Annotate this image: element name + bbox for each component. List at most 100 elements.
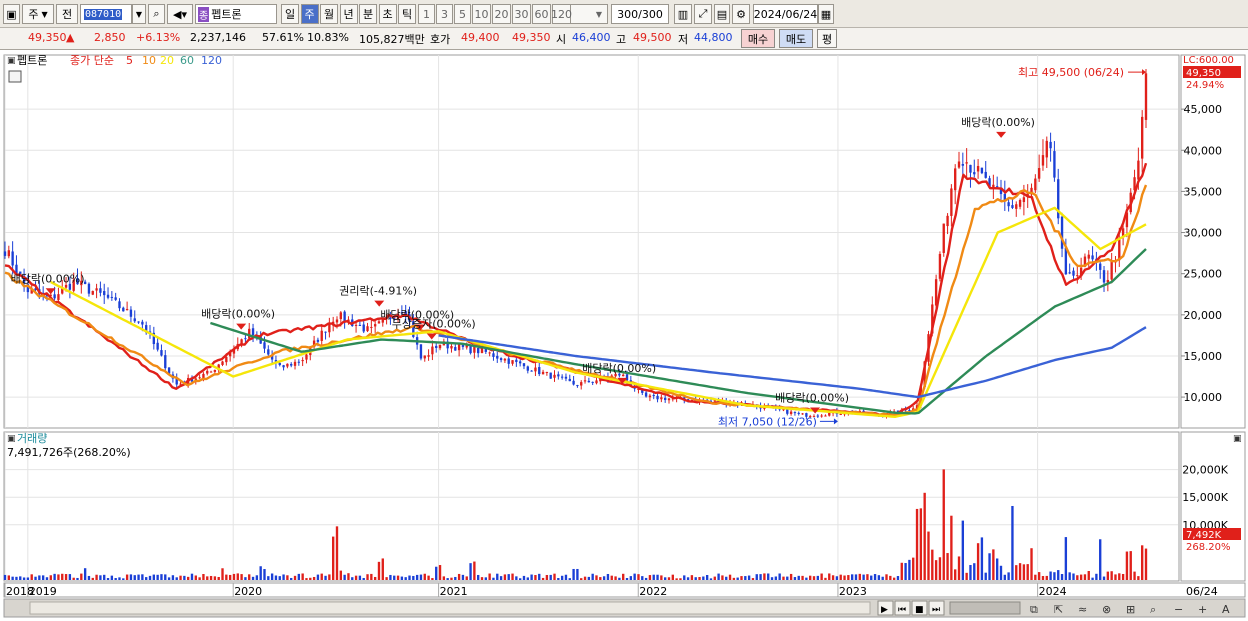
buy-button[interactable]: 매수 — [741, 29, 775, 48]
volume-bar — [587, 576, 591, 580]
volume-bar — [99, 575, 102, 580]
code-dropdown-icon[interactable]: ▼ — [132, 4, 146, 24]
volume-bar — [1072, 573, 1075, 580]
candle-body — [435, 345, 438, 349]
draw-tool-icon[interactable]: ⤢ — [694, 4, 712, 24]
interval-button-1[interactable]: 1 — [418, 4, 435, 24]
interval-button-60[interactable]: 60 — [532, 4, 551, 24]
gear-icon[interactable]: ⚙ — [732, 4, 750, 24]
volume-bar — [591, 573, 594, 580]
candle-body — [99, 288, 102, 293]
volume-bar — [30, 574, 33, 580]
chart-tool-icon-3: ⊗ — [1102, 603, 1111, 616]
interval-select[interactable]: ▼ — [570, 4, 608, 24]
candle-body — [557, 374, 560, 377]
prev-button[interactable]: 전 — [56, 4, 78, 24]
volume-bar — [763, 573, 766, 580]
candle-body — [560, 376, 564, 378]
volume-bar — [740, 576, 743, 580]
candle-body — [515, 359, 518, 363]
candle-body — [225, 356, 228, 363]
volume-bar — [934, 560, 938, 580]
volume-bar — [923, 492, 926, 580]
volume-bar — [637, 574, 640, 580]
volume-bar — [515, 576, 518, 580]
volume-bar — [576, 568, 579, 580]
interval-button-5[interactable]: 5 — [454, 4, 471, 24]
interval-button-3[interactable]: 3 — [436, 4, 453, 24]
stock-code-input[interactable]: 087010 — [80, 4, 132, 24]
volume-bar — [568, 578, 571, 580]
interval-button-120[interactable]: 120 — [551, 4, 572, 24]
period-button-2[interactable]: 월 — [320, 4, 338, 24]
volume-bar — [263, 569, 266, 580]
ratio-2: 10.83% — [307, 31, 349, 44]
candle-body — [297, 361, 301, 363]
date-input[interactable]: 2024/06/24 — [753, 4, 818, 24]
period-button-4[interactable]: 분 — [359, 4, 377, 24]
volume-bar — [72, 577, 75, 580]
price-tick-label: 10,000 — [1184, 391, 1223, 404]
volume-bar — [53, 573, 56, 580]
candle-body — [129, 309, 133, 317]
volume-bar — [583, 576, 587, 580]
candle-body — [1064, 247, 1068, 275]
candle-body — [564, 376, 568, 379]
candle-body — [652, 395, 655, 397]
volume-bar — [274, 575, 278, 580]
sell-button[interactable]: 매도 — [779, 29, 813, 48]
volume-bar — [744, 576, 747, 580]
volume-bar — [171, 575, 175, 580]
candle-body — [293, 361, 297, 366]
search-icon[interactable]: ⌕ — [148, 4, 165, 24]
volume-bar — [534, 575, 537, 580]
legend-ma-60: 60 — [180, 54, 194, 67]
speaker-icon[interactable]: ◀▾ — [167, 4, 193, 24]
volume-bar — [1068, 572, 1071, 580]
candle-body — [492, 353, 495, 357]
candle-body — [568, 378, 571, 382]
volume-bar — [679, 578, 682, 580]
volume-bar — [812, 576, 816, 580]
candlestick-chart[interactable]: 배당락(0.00%) 배당락(0.00%) 권리락(-4.91%) 배당락(0.00%… — [0, 50, 1248, 621]
window-menu-icon[interactable]: ▣ — [3, 4, 20, 24]
period-type-select[interactable]: 주 ▼ — [22, 4, 54, 24]
eval-button[interactable]: 평 — [817, 29, 837, 48]
volume-bar — [1137, 576, 1140, 580]
x-axis-label: 2019 — [29, 585, 57, 598]
period-button-0[interactable]: 일 — [281, 4, 299, 24]
count-input[interactable]: 300/300 — [611, 4, 669, 24]
volume-bar — [847, 575, 850, 580]
volume-bar — [186, 576, 190, 580]
interval-button-10[interactable]: 10 — [472, 4, 491, 24]
last-price-label: 49,350 — [1186, 68, 1221, 79]
volume-title: 거래량 — [17, 432, 47, 445]
interval-button-20[interactable]: 20 — [492, 4, 511, 24]
period-button-1[interactable]: 주 — [300, 4, 319, 24]
volume-bar — [118, 577, 121, 580]
interval-button-30[interactable]: 30 — [512, 4, 531, 24]
volume-bar — [736, 577, 739, 580]
x-axis-label: 2023 — [839, 585, 867, 598]
calendar-icon[interactable]: ▦ — [818, 4, 834, 24]
candle-body — [354, 324, 358, 326]
volume-bar — [995, 558, 999, 580]
volume-bar — [244, 577, 247, 580]
candle-body — [423, 355, 426, 359]
volume-bar — [770, 577, 774, 580]
chart-area[interactable]: 배당락(0.00%) 배당락(0.00%) 권리락(-4.91%) 배당락(0.00%… — [0, 50, 1248, 621]
candle-type-icon[interactable]: ▥ — [674, 4, 692, 24]
volume-bar — [572, 568, 575, 580]
period-button-3[interactable]: 년 — [339, 4, 358, 24]
stock-name-field[interactable]: 종 펩트론 — [195, 4, 277, 24]
candle-body — [1091, 255, 1094, 260]
dividend-annotation: 배당락(0.00%) — [201, 308, 275, 321]
period-button-6[interactable]: 틱 — [398, 4, 416, 24]
save-icon[interactable]: ▤ — [714, 4, 730, 24]
period-button-5[interactable]: 초 — [378, 4, 397, 24]
volume-bar — [892, 577, 896, 580]
volume-pane-close-icon: ▣ — [1233, 434, 1242, 444]
volume-bar — [820, 573, 823, 580]
end-date-label: 06/24 — [1186, 585, 1218, 598]
volume-bar — [103, 574, 106, 580]
